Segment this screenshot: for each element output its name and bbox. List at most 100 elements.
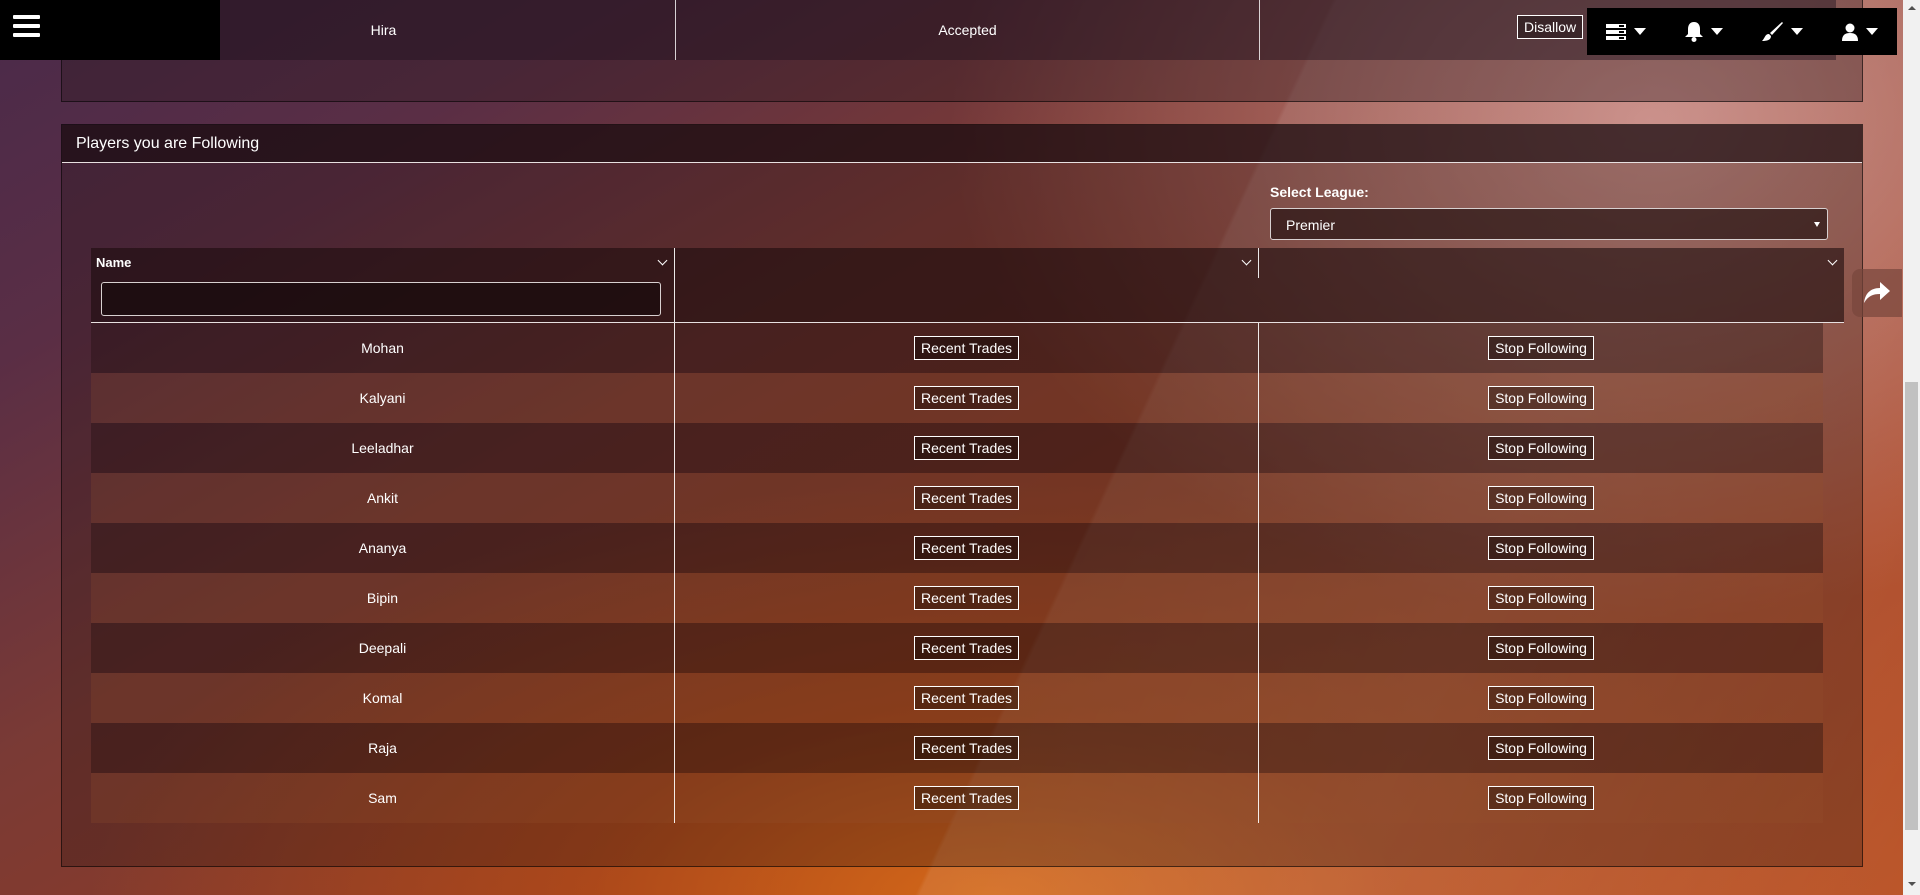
stop-following-button[interactable]: Stop Following (1488, 536, 1594, 560)
menu-block (0, 0, 220, 60)
bell-icon (1684, 21, 1703, 42)
grid-header: Name (91, 248, 1844, 323)
player-name: Ananya (91, 523, 675, 573)
stop-following-button[interactable]: Stop Following (1488, 686, 1594, 710)
chevron-down-icon (1865, 28, 1878, 35)
scrollbar-thumb[interactable] (1905, 382, 1918, 830)
table-row: Kalyani Recent Trades Stop Following (91, 373, 1823, 423)
stop-following-button[interactable]: Stop Following (1488, 486, 1594, 510)
theme-toggle[interactable] (1742, 8, 1823, 55)
grid-body: Mohan Recent Trades Stop Following Kalya… (91, 323, 1844, 823)
follow-cell: Stop Following (1259, 673, 1823, 723)
trades-cell: Recent Trades (675, 773, 1259, 823)
scroll-up-arrow-icon[interactable] (1908, 6, 1916, 10)
trades-cell: Recent Trades (675, 473, 1259, 523)
player-name: Bipin (91, 573, 675, 623)
table-row: Leeladhar Recent Trades Stop Following (91, 423, 1823, 473)
table-row: Komal Recent Trades Stop Following (91, 673, 1823, 723)
stop-following-button[interactable]: Stop Following (1488, 636, 1594, 660)
recent-trades-button[interactable]: Recent Trades (913, 336, 1020, 360)
request-status-cell: Accepted (676, 0, 1260, 60)
recent-trades-button[interactable]: Recent Trades (913, 636, 1020, 660)
follow-cell: Stop Following (1259, 323, 1823, 373)
trades-cell: Recent Trades (675, 523, 1259, 573)
disallow-button[interactable]: Disallow (1517, 15, 1584, 39)
table-row: Sam Recent Trades Stop Following (91, 773, 1823, 823)
stop-following-button[interactable]: Stop Following (1488, 336, 1594, 360)
player-name: Ankit (91, 473, 675, 523)
following-panel: Players you are Following Select League:… (61, 124, 1863, 867)
following-grid: Name Mohan Recent Trades Stop Following … (91, 248, 1844, 823)
player-name: Kalyani (91, 373, 675, 423)
player-name: Komal (91, 673, 675, 723)
stop-following-button[interactable]: Stop Following (1488, 736, 1594, 760)
column-header-follow (1259, 248, 1844, 322)
follow-cell: Stop Following (1259, 723, 1823, 773)
player-name: Raja (91, 723, 675, 773)
name-filter-input[interactable] (101, 282, 661, 316)
recent-trades-button[interactable]: Recent Trades (913, 536, 1020, 560)
recent-trades-button[interactable]: Recent Trades (913, 436, 1020, 460)
chevron-down-icon[interactable] (657, 255, 668, 266)
recent-trades-button[interactable]: Recent Trades (913, 486, 1020, 510)
chevron-down-icon[interactable] (1241, 255, 1252, 266)
notifications-toggle[interactable] (1666, 8, 1743, 55)
player-name: Sam (91, 773, 675, 823)
league-select[interactable]: Premier (1270, 208, 1828, 240)
follow-cell: Stop Following (1259, 623, 1823, 673)
follow-cell: Stop Following (1259, 473, 1823, 523)
recent-trades-button[interactable]: Recent Trades (913, 736, 1020, 760)
recent-trades-button[interactable]: Recent Trades (913, 586, 1020, 610)
brush-icon (1762, 21, 1784, 41)
follow-cell: Stop Following (1259, 523, 1823, 573)
table-row: Raja Recent Trades Stop Following (91, 723, 1823, 773)
column-header-label: Name (96, 255, 132, 270)
trades-cell: Recent Trades (675, 373, 1259, 423)
share-button[interactable] (1852, 269, 1902, 317)
recent-trades-button[interactable]: Recent Trades (913, 686, 1020, 710)
trades-cell: Recent Trades (675, 323, 1259, 373)
stop-following-button[interactable]: Stop Following (1488, 586, 1594, 610)
list-menu-toggle[interactable] (1587, 8, 1666, 55)
select-arrow-icon (1814, 222, 1820, 227)
scroll-down-arrow-icon[interactable] (1908, 882, 1916, 886)
chevron-down-icon (1791, 28, 1804, 35)
hamburger-menu-icon[interactable] (13, 15, 40, 39)
league-selected-value: Premier (1286, 217, 1336, 233)
list-icon (1606, 23, 1627, 40)
follow-cell: Stop Following (1259, 573, 1823, 623)
player-name: Mohan (91, 323, 675, 373)
table-row: Ananya Recent Trades Stop Following (91, 523, 1823, 573)
trades-cell: Recent Trades (675, 573, 1259, 623)
stop-following-button[interactable]: Stop Following (1488, 386, 1594, 410)
trades-cell: Recent Trades (675, 623, 1259, 673)
top-toolbar (1587, 8, 1897, 55)
table-row: Ankit Recent Trades Stop Following (91, 473, 1823, 523)
share-icon (1864, 282, 1890, 303)
panel-title: Players you are Following (76, 135, 260, 152)
follow-cell: Stop Following (1259, 423, 1823, 473)
table-row: Mohan Recent Trades Stop Following (91, 323, 1823, 373)
follow-cell: Stop Following (1259, 373, 1823, 423)
column-header-name: Name (91, 248, 675, 322)
stop-following-button[interactable]: Stop Following (1488, 786, 1594, 810)
player-name: Deepali (91, 623, 675, 673)
recent-trades-button[interactable]: Recent Trades (913, 786, 1020, 810)
chevron-down-icon (1710, 28, 1723, 35)
column-header-trades (675, 248, 1259, 278)
stop-following-button[interactable]: Stop Following (1488, 436, 1594, 460)
user-icon (1841, 23, 1858, 41)
chevron-down-icon (1634, 28, 1647, 35)
user-menu-toggle[interactable] (1823, 8, 1898, 55)
follow-cell: Stop Following (1259, 773, 1823, 823)
league-label: Select League: (1270, 184, 1369, 200)
table-row: Deepali Recent Trades Stop Following (91, 623, 1823, 673)
chevron-down-icon[interactable] (1827, 255, 1838, 266)
recent-trades-button[interactable]: Recent Trades (913, 386, 1020, 410)
page-scrollbar[interactable] (1903, 0, 1920, 895)
table-row: Bipin Recent Trades Stop Following (91, 573, 1823, 623)
player-name: Leeladhar (91, 423, 675, 473)
trades-cell: Recent Trades (675, 423, 1259, 473)
trades-cell: Recent Trades (675, 673, 1259, 723)
trades-cell: Recent Trades (675, 723, 1259, 773)
